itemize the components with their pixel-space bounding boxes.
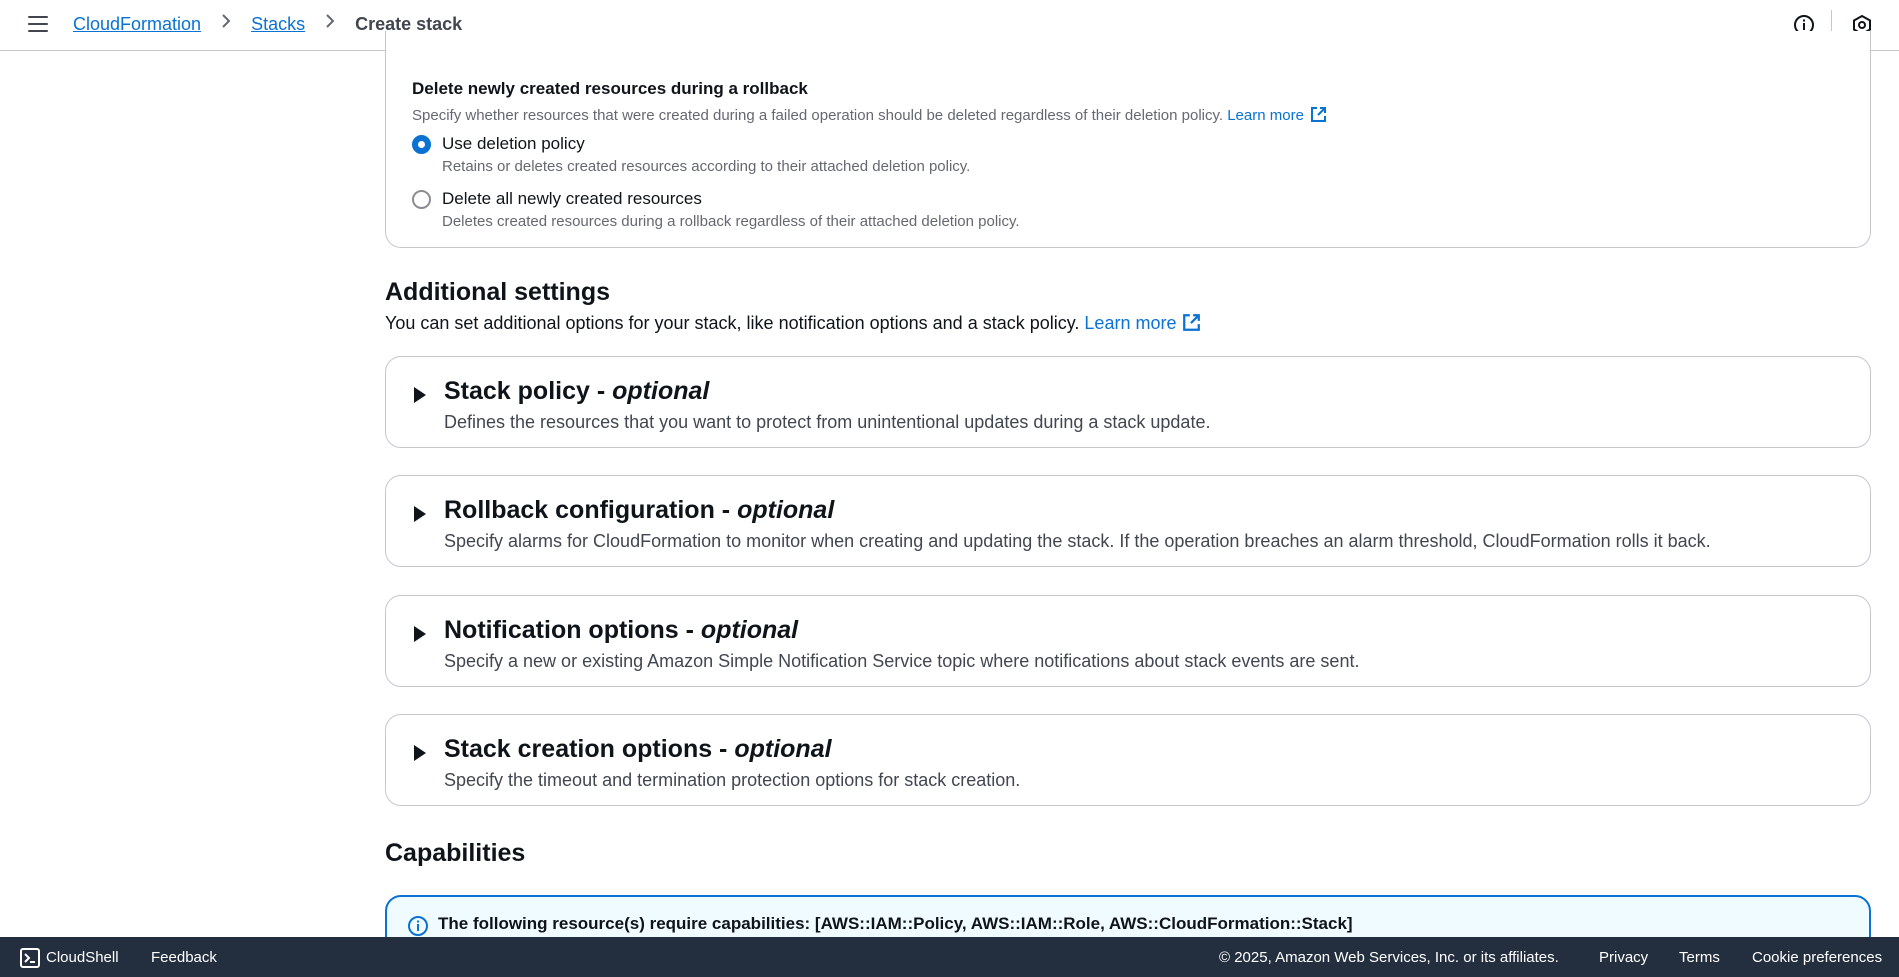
optional-label: optional [737, 496, 835, 524]
optional-label: optional [612, 377, 710, 405]
chevron-right-icon [213, 13, 239, 35]
external-link-icon [1182, 313, 1201, 337]
capabilities-alert-text: The following resource(s) require capabi… [438, 914, 1353, 933]
radio-button-selected[interactable] [412, 135, 431, 154]
privacy-link[interactable]: Privacy [1599, 949, 1648, 966]
capabilities-heading: Capabilities [385, 839, 526, 867]
expandable-description: Defines the resources that you want to p… [444, 412, 1211, 432]
breadcrumb-cloudformation[interactable]: CloudFormation [73, 14, 201, 35]
expandable-title[interactable]: Stack creation options - optional [444, 735, 832, 764]
cookie-preferences-link[interactable]: Cookie preferences [1752, 949, 1882, 966]
radio-description: Deletes created resources during a rollb… [442, 213, 1020, 230]
cloudshell-button[interactable]: CloudShell [46, 949, 119, 966]
radio-label: Delete all newly created resources [442, 189, 702, 208]
expandable-title-text: Stack policy - [444, 377, 613, 405]
expandable-title-text: Rollback configuration - [444, 496, 738, 524]
terms-link[interactable]: Terms [1679, 949, 1720, 966]
external-link-icon [1310, 106, 1327, 127]
rollback-deletion-panel: Delete newly created resources during a … [385, 31, 1871, 248]
expandable-title[interactable]: Stack policy - optional [444, 377, 709, 406]
caret-right-icon[interactable] [414, 745, 426, 761]
breadcrumb-stacks[interactable]: Stacks [251, 14, 305, 35]
additional-settings-description: You can set additional options for your … [385, 313, 1201, 337]
expandable-description: Specify alarms for CloudFormation to mon… [444, 531, 1711, 551]
expandable-title-text: Notification options - [444, 616, 701, 644]
additional-settings-heading: Additional settings [385, 278, 610, 306]
rollback-deletion-title: Delete newly created resources during a … [412, 79, 808, 98]
optional-label: optional [700, 616, 799, 644]
chevron-right-icon [317, 13, 343, 35]
cloudshell-icon[interactable] [20, 948, 40, 972]
caret-right-icon[interactable] [414, 506, 426, 522]
additional-settings-description-text: You can set additional options for your … [385, 313, 1080, 333]
rollback-deletion-description: Specify whether resources that were crea… [412, 106, 1327, 127]
caret-right-icon[interactable] [414, 387, 426, 403]
expandable-rollback-configuration[interactable]: Rollback configuration - optional Specif… [385, 475, 1871, 567]
expandable-stack-policy[interactable]: Stack policy - optional Defines the reso… [385, 356, 1871, 448]
radio-label: Use deletion policy [442, 134, 585, 153]
console-footer: CloudShell Feedback © 2025, Amazon Web S… [0, 937, 1899, 977]
feedback-button[interactable]: Feedback [151, 949, 217, 966]
expandable-title[interactable]: Rollback configuration - optional [444, 496, 834, 525]
learn-more-link[interactable]: Learn more [1084, 313, 1201, 333]
expandable-title[interactable]: Notification options - optional [444, 616, 798, 645]
learn-more-label: Learn more [1084, 313, 1177, 333]
hamburger-menu-icon[interactable] [28, 16, 48, 34]
copyright-text: © 2025, Amazon Web Services, Inc. or its… [1219, 949, 1559, 966]
learn-more-link[interactable]: Learn more [1227, 107, 1327, 124]
optional-label: optional [734, 735, 832, 763]
radio-button[interactable] [412, 190, 431, 209]
expandable-description: Specify a new or existing Amazon Simple … [444, 651, 1360, 671]
learn-more-label: Learn more [1227, 107, 1304, 124]
rollback-deletion-description-text: Specify whether resources that were crea… [412, 107, 1224, 124]
radio-description: Retains or deletes created resources acc… [442, 158, 971, 175]
expandable-description: Specify the timeout and termination prot… [444, 770, 1021, 790]
caret-right-icon[interactable] [414, 626, 426, 642]
expandable-title-text: Stack creation options - [444, 735, 735, 763]
expandable-stack-creation-options[interactable]: Stack creation options - optional Specif… [385, 714, 1871, 806]
expandable-notification-options[interactable]: Notification options - optional Specify … [385, 595, 1871, 687]
